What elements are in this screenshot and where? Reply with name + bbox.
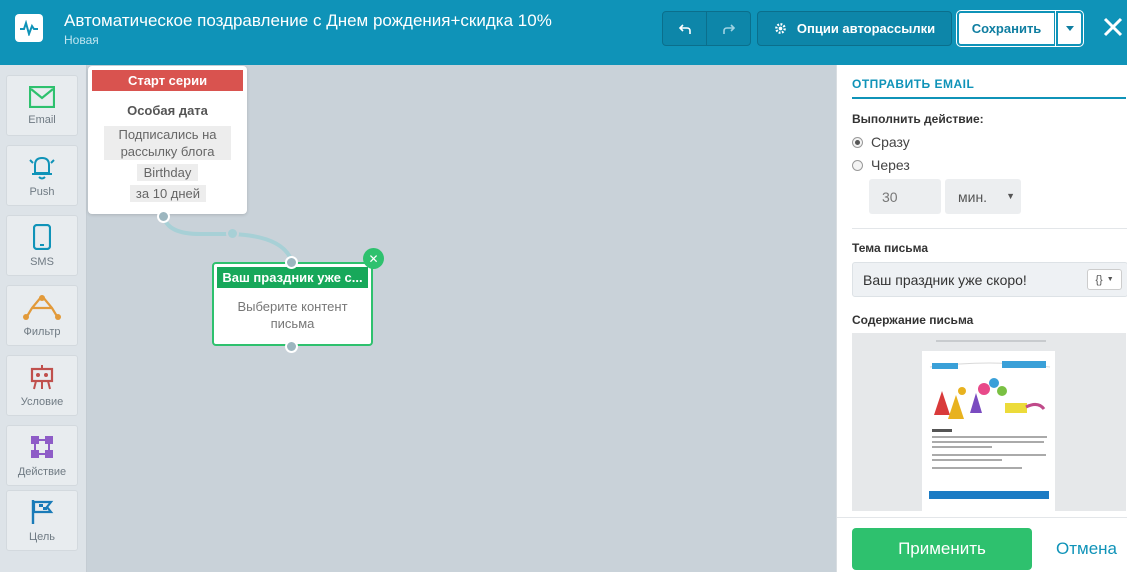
action-label: Выполнить действие:: [852, 112, 984, 126]
delete-step-button[interactable]: ✕: [363, 248, 384, 269]
braces-icon: {}: [1095, 273, 1103, 286]
apply-button[interactable]: Применить: [852, 528, 1032, 570]
email-content-preview[interactable]: [852, 333, 1126, 511]
email-step-header: Ваш праздник уже с...: [217, 267, 368, 288]
save-button[interactable]: Сохранить: [957, 11, 1056, 46]
insert-variable-button[interactable]: {} ▼: [1087, 269, 1122, 290]
start-offset-tag: за 10 дней: [130, 185, 206, 202]
step-settings-panel: ОТПРАВИТЬ EMAIL Выполнить действие: Сраз…: [836, 65, 1127, 572]
panel-footer: Применить Отмена: [837, 517, 1127, 572]
delay-unit-select[interactable]: мин. ▼: [945, 179, 1021, 214]
start-series-card[interactable]: Старт серии Особая дата Подписались на р…: [88, 66, 247, 214]
delay-value-input[interactable]: 30: [869, 179, 941, 214]
divider: [852, 228, 1127, 229]
radio-send-now[interactable]: Сразу: [852, 134, 910, 150]
email-output-port[interactable]: [285, 340, 298, 353]
start-field-tag: Birthday: [137, 164, 198, 181]
close-button[interactable]: [1099, 12, 1127, 42]
radio-now-label: Сразу: [871, 134, 910, 150]
save-dropdown-button[interactable]: [1056, 11, 1083, 46]
start-list-tag: Подписались на рассылку блога: [104, 126, 231, 160]
panel-title: ОТПРАВИТЬ EMAIL: [852, 77, 975, 91]
start-series-header: Старт серии: [92, 70, 243, 91]
cancel-button[interactable]: Отмена: [1056, 539, 1117, 559]
email-step-card[interactable]: Ваш праздник уже с... Выберите контент п…: [212, 262, 373, 346]
email-step-hint: Выберите контент письма: [237, 299, 348, 331]
close-icon: ✕: [368, 251, 379, 266]
radio-send-later[interactable]: Через: [852, 157, 910, 173]
radio-checked-icon: [852, 136, 863, 148]
start-trigger-type: Особая дата: [127, 103, 208, 118]
close-icon: [1103, 17, 1123, 37]
subject-label: Тема письма: [852, 241, 929, 255]
radio-unchecked-icon: [852, 159, 863, 171]
radio-later-label: Через: [871, 157, 910, 173]
caret-down-icon: ▼: [1106, 276, 1114, 283]
caret-down-icon: ▼: [1006, 191, 1015, 201]
email-input-port[interactable]: [285, 256, 298, 269]
email-preview-thumbnail: [852, 333, 1126, 511]
caret-down-icon: [1065, 26, 1074, 31]
panel-title-underline: [852, 97, 1126, 99]
connector-midpoint[interactable]: [226, 227, 239, 240]
subject-value: Ваш праздник уже скоро!: [863, 271, 1027, 288]
subject-input[interactable]: Ваш праздник уже скоро! {} ▼: [852, 262, 1127, 297]
content-label: Содержание письма: [852, 313, 974, 327]
start-output-port[interactable]: [157, 210, 170, 223]
delay-unit-value: мин.: [958, 188, 988, 205]
